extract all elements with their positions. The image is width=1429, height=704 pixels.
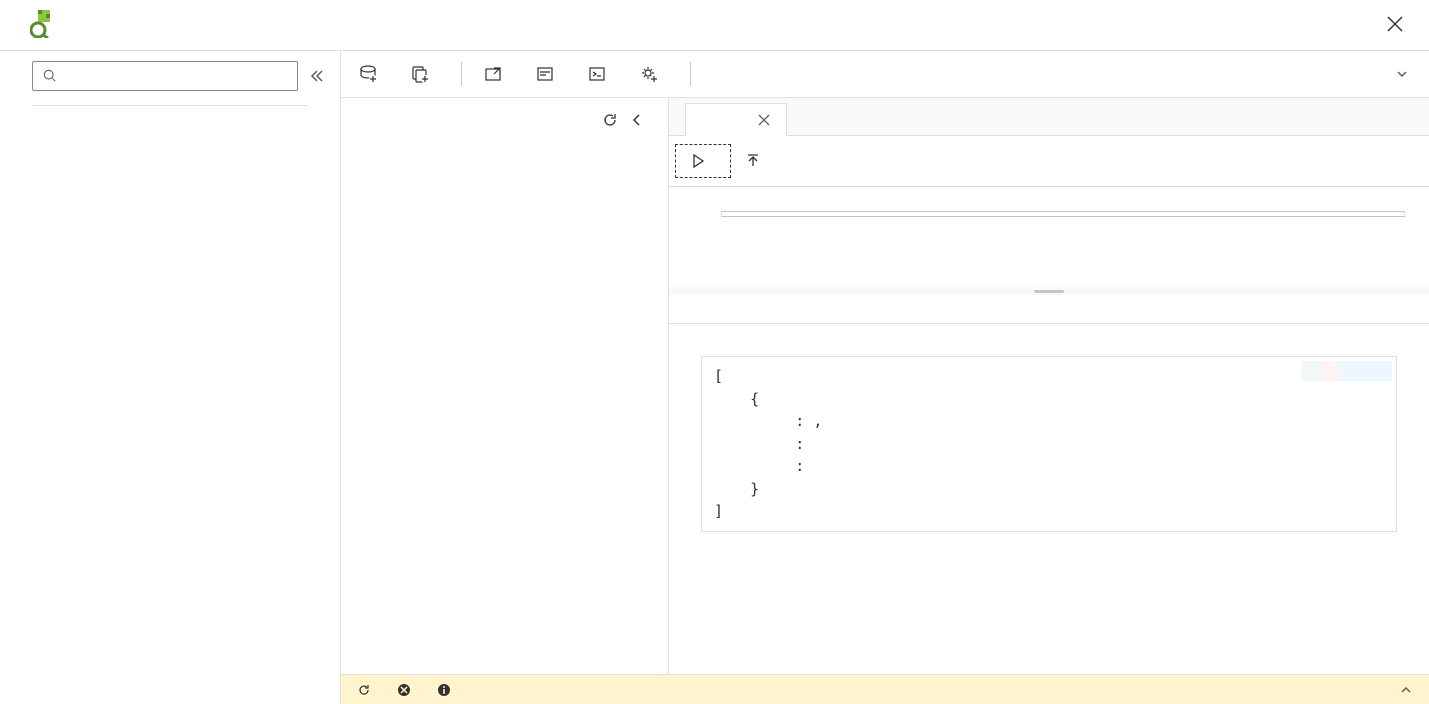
search-input[interactable] (65, 68, 287, 84)
new-shell-button[interactable] (586, 61, 618, 87)
collapse-sidebar-button[interactable] (306, 65, 328, 87)
editor-minimap (1302, 361, 1392, 381)
toolbar-separator (690, 62, 691, 86)
refresh-tree-button[interactable] (596, 110, 624, 130)
status-info[interactable] (437, 683, 457, 697)
shell-icon (588, 65, 606, 83)
collection-plus-icon (411, 65, 429, 83)
app-logo (30, 10, 58, 38)
search-input-container[interactable] (32, 61, 298, 91)
play-icon (690, 153, 706, 169)
query-code[interactable] (721, 211, 1405, 217)
settings-section-title (0, 110, 340, 132)
pane-splitter[interactable] (669, 287, 1429, 295)
query-editor[interactable] (669, 187, 1429, 287)
refresh-icon (357, 683, 371, 697)
status-errors[interactable] (397, 683, 417, 697)
collapse-tree-button[interactable] (624, 111, 650, 129)
toolbar-separator (461, 62, 462, 86)
load-query-button[interactable] (731, 145, 785, 177)
info-icon (437, 683, 451, 697)
section-divider (32, 105, 308, 106)
gear-plus-icon (640, 65, 658, 83)
execute-query-button[interactable] (675, 144, 731, 178)
new-query-button[interactable] (534, 61, 566, 87)
query-icon (536, 65, 554, 83)
fullscreen-icon (484, 65, 502, 83)
new-database-button[interactable] (357, 61, 389, 87)
new-collection-button[interactable] (409, 61, 441, 87)
close-tab-button[interactable] (758, 114, 770, 126)
toolbar-more-button[interactable] (1391, 63, 1413, 85)
new-stored-procedure-button[interactable] (638, 61, 670, 87)
open-full-screen-button[interactable] (482, 61, 514, 87)
results-json[interactable]: [ { : , : : }] (701, 356, 1397, 532)
close-button[interactable] (1381, 12, 1409, 36)
expand-status-button[interactable] (1399, 683, 1413, 697)
database-plus-icon (359, 65, 377, 83)
query-tab[interactable] (685, 103, 787, 136)
search-icon (43, 69, 57, 83)
upload-icon (745, 153, 761, 169)
status-refresh[interactable] (357, 683, 377, 697)
error-icon (397, 683, 411, 697)
